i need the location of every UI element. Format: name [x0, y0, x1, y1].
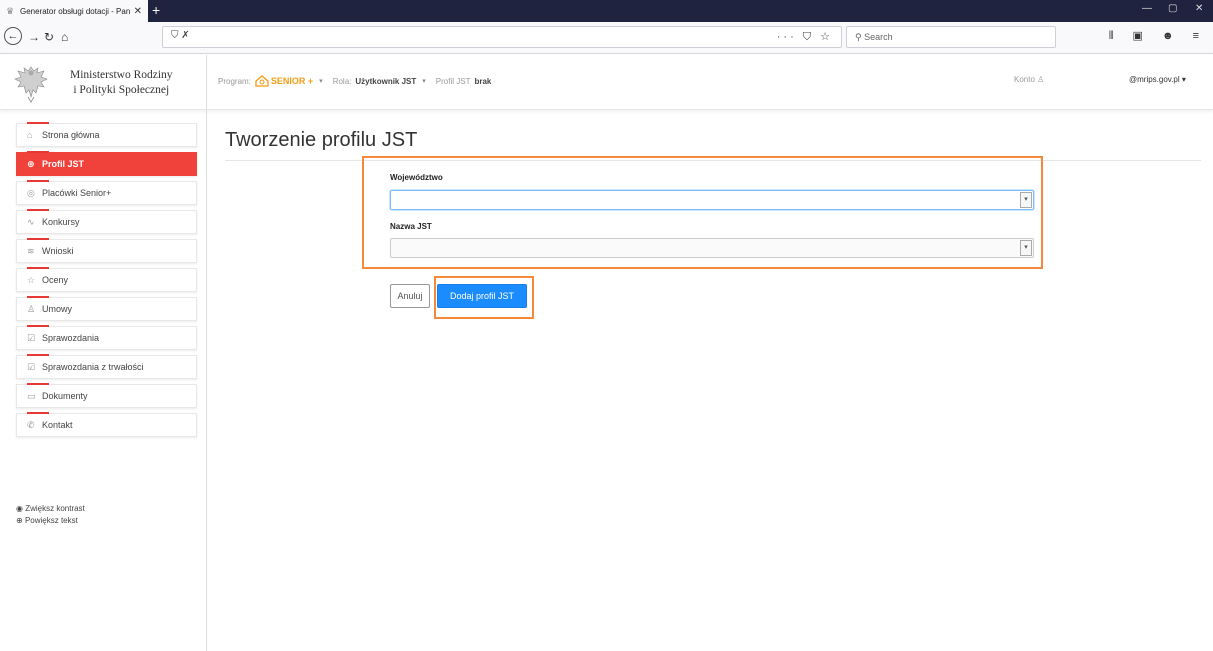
sidebar-item-sprawozdania[interactable]: ☑ Sprawozdania [16, 325, 197, 350]
checkbox-icon: ☑ [27, 361, 36, 372]
browser-nav-bar: ← → ↻ ⌂ ⛉ ✗ ··· ⛉ ☆ ⚲ Search ⫴ ▣ ☻ ≡ [0, 22, 1213, 54]
sidebar-item-umowy[interactable]: ♙ Umowy [16, 296, 197, 321]
sidebar-item-kontakt[interactable]: ✆ Kontakt [16, 412, 197, 437]
sidebar-item-dokumenty[interactable]: ▭ Dokumenty [16, 383, 197, 408]
close-window-icon[interactable]: ✕ [1195, 3, 1203, 14]
search-icon: ⚲ [855, 32, 862, 42]
new-tab-button[interactable]: + [152, 2, 160, 18]
user-email-menu[interactable]: @mrips.gov.pl ▾ [1129, 75, 1186, 84]
url-bar[interactable]: ⛉ ✗ ··· ⛉ ☆ [162, 26, 842, 48]
sidebar-item-wnioski[interactable]: ≋ Wnioski [16, 238, 197, 263]
page-title: Tworzenie profilu JST [225, 129, 418, 151]
sidebar-item-label: Umowy [42, 304, 73, 314]
sidebar-item-label: Konkursy [42, 217, 80, 227]
program-value: SENIOR + [270, 76, 314, 86]
header-context: Program: SENIOR + ▾ Rola: Użytkownik JST… [218, 75, 491, 87]
role-value[interactable]: Użytkownik JST [355, 77, 416, 86]
cancel-button[interactable]: Anuluj [390, 284, 430, 308]
toolbar-icons[interactable]: ⫴ ▣ ☻ ≡ [1109, 29, 1207, 43]
sidebar-item-konkursy[interactable]: ∿ Konkursy [16, 209, 197, 234]
contrast-label: Zwiększ kontrast [25, 504, 85, 513]
sidebar-item-label: Wnioski [42, 246, 74, 256]
checkbox-icon: ☑ [27, 332, 36, 343]
zoom-in-icon: ⊕ [16, 516, 25, 525]
senior-house-icon [255, 75, 269, 87]
sidebar-item-label: Placówki Senior+ [42, 188, 112, 198]
minimize-icon[interactable]: — [1142, 3, 1152, 14]
eagle-favicon-icon: ♛ [6, 6, 15, 16]
sidebar-item-label: Profil JST [42, 159, 85, 169]
home-icon: ⌂ [27, 130, 33, 140]
search-input[interactable]: ⚲ Search [846, 26, 1056, 48]
voivodeship-label: Województwo [390, 173, 443, 182]
sidebar-item-sprawozdania-z-trwałości[interactable]: ☑ Sprawozdania z trwałości [16, 354, 197, 379]
program-label: Program: [218, 76, 251, 86]
tab-title: Generator obsługi dotacji - Pan [20, 6, 130, 16]
layers-icon: ≋ [27, 245, 35, 256]
role-label: Rola: [332, 76, 352, 86]
sidebar-item-label: Dokumenty [42, 391, 88, 401]
sidebar-item-label: Kontakt [42, 420, 73, 430]
ministry-line-1: Ministerstwo Rodziny [70, 68, 173, 81]
user-email: @mrips.gov.pl [1129, 75, 1180, 84]
sidebar-item-placówki-senior-[interactable]: ◎ Placówki Senior+ [16, 180, 197, 205]
eye-icon: ◉ [16, 504, 26, 513]
chevron-down-icon[interactable]: ▾ [319, 77, 323, 85]
account-label: Konto [1014, 75, 1035, 84]
close-tab-icon[interactable]: ✕ [134, 6, 142, 17]
chevron-down-icon[interactable]: ▾ [1020, 192, 1032, 208]
search-placeholder: Search [864, 32, 893, 42]
app-header: Ministerstwo Rodziny i Polityki Społeczn… [0, 55, 1213, 110]
profile-label: Profil JST [435, 76, 471, 86]
eagle-emblem-icon [14, 66, 48, 103]
profile-value: brak [474, 76, 492, 86]
user-icon: ♙ [1037, 75, 1045, 84]
globe-icon: ⊕ [27, 158, 35, 169]
browser-tab[interactable]: ♛ Generator obsługi dotacji - Pan ✕ [0, 0, 148, 22]
home-icon[interactable]: ⌂ [61, 29, 68, 45]
sidebar-item-oceny[interactable]: ☆ Oceny [16, 267, 197, 292]
star-icon: ☆ [27, 274, 36, 285]
chevron-down-icon: ▾ [1181, 75, 1186, 84]
chevron-down-icon[interactable]: ▾ [422, 77, 426, 85]
sidebar-item-label: Sprawozdania [42, 333, 100, 343]
sidebar-item-profil-jst[interactable]: ⊕ Profil JST [16, 151, 197, 176]
folder-icon: ▭ [27, 390, 36, 401]
reload-icon[interactable]: ↻ [44, 29, 54, 45]
back-icon[interactable]: ← [4, 27, 22, 45]
ministry-line-2: i Polityki Społecznej [73, 83, 170, 96]
sidebar-item-strona-główna[interactable]: ⌂ Strona główna [16, 122, 197, 147]
account-menu[interactable]: Konto ♙ [1014, 75, 1044, 84]
program-selector[interactable]: SENIOR + [255, 75, 313, 87]
enlarge-text-link[interactable]: ⊕ Powiększ tekst [16, 516, 78, 525]
tracking-shield-icon[interactable]: ⛉ ✗ [171, 30, 190, 41]
increase-contrast-link[interactable]: ◉ Zwiększ kontrast [16, 504, 85, 513]
building-icon: ◎ [27, 187, 35, 198]
sidebar-item-label: Strona główna [42, 130, 100, 140]
phone-icon: ✆ [27, 419, 35, 430]
sidebar-item-label: Oceny [42, 275, 69, 285]
ministry-logo[interactable]: Ministerstwo Rodziny i Polityki Społeczn… [0, 55, 207, 110]
award-icon: ♙ [27, 303, 36, 314]
voivodeship-select[interactable]: ▾ [390, 190, 1034, 210]
forward-icon[interactable]: → [28, 29, 40, 45]
maximize-icon[interactable]: ▢ [1168, 3, 1177, 14]
pulse-icon: ∿ [27, 216, 35, 227]
enlarge-label: Powiększ tekst [24, 516, 78, 525]
browser-tab-bar: ♛ Generator obsługi dotacji - Pan ✕ + — … [0, 0, 1213, 22]
jst-name-select[interactable]: ▾ [390, 238, 1034, 258]
chevron-down-icon[interactable]: ▾ [1020, 240, 1032, 256]
page-actions[interactable]: ··· ⛉ ☆ [777, 30, 833, 44]
jst-name-label: Nazwa JST [390, 222, 432, 231]
sidebar-item-label: Sprawozdania z trwałości [42, 362, 144, 372]
ministry-name: Ministerstwo Rodziny i Polityki Społeczn… [70, 68, 173, 98]
add-jst-profile-button[interactable]: Dodaj profil JST [437, 284, 527, 308]
